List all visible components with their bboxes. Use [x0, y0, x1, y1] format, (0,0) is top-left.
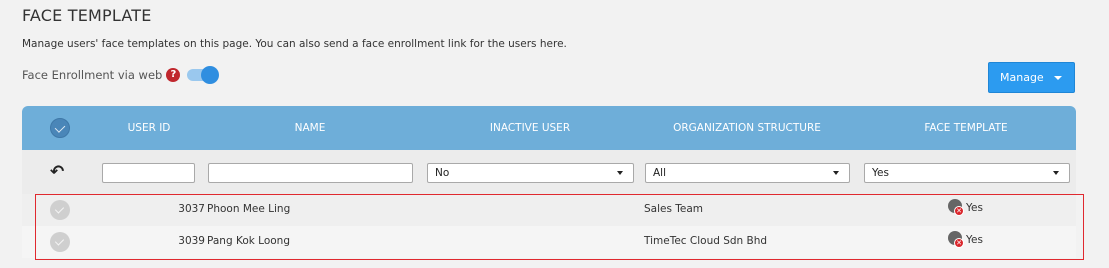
column-header-inactive-user[interactable]: INACTIVE USER: [490, 122, 570, 134]
manage-button[interactable]: Manage: [988, 62, 1075, 93]
face-template-filter-value: Yes: [872, 167, 889, 179]
manage-button-label: Manage: [1000, 71, 1044, 84]
help-icon[interactable]: ?: [166, 68, 181, 82]
user-id-filter-input[interactable]: [102, 163, 195, 183]
column-header-name[interactable]: NAME: [295, 122, 326, 134]
organization-structure-filter-select[interactable]: All: [645, 163, 850, 183]
caret-down-icon: [617, 171, 623, 175]
column-header-user-id[interactable]: USER ID: [128, 122, 171, 134]
name-filter-input[interactable]: [208, 163, 413, 183]
page-description: Manage users' face templates on this pag…: [22, 38, 567, 50]
inactive-user-filter-value: No: [435, 167, 450, 179]
table-header: USER ID NAME INACTIVE USER ORGANIZATION …: [22, 106, 1076, 150]
filter-row: ↶ No All Yes: [22, 150, 1076, 194]
caret-down-icon: [1053, 171, 1059, 175]
face-enrollment-toggle[interactable]: [187, 66, 220, 84]
face-enrollment-setting: Face Enrollment via web ?: [22, 66, 220, 84]
column-header-organization-structure[interactable]: ORGANIZATION STRUCTURE: [673, 122, 821, 134]
page-title: FACE TEMPLATE: [22, 6, 152, 25]
face-template-filter-select[interactable]: Yes: [864, 163, 1070, 183]
highlight-box: [35, 194, 1084, 260]
toggle-knob: [201, 66, 220, 84]
caret-down-icon: [1054, 76, 1062, 80]
undo-icon[interactable]: ↶: [50, 162, 64, 182]
face-enrollment-label: Face Enrollment via web: [22, 68, 163, 82]
column-header-face-template[interactable]: FACE TEMPLATE: [924, 122, 1007, 134]
caret-down-icon: [833, 171, 839, 175]
organization-structure-filter-value: All: [653, 167, 667, 179]
inactive-user-filter-select[interactable]: No: [427, 163, 634, 183]
select-all-checkbox[interactable]: [50, 118, 70, 138]
